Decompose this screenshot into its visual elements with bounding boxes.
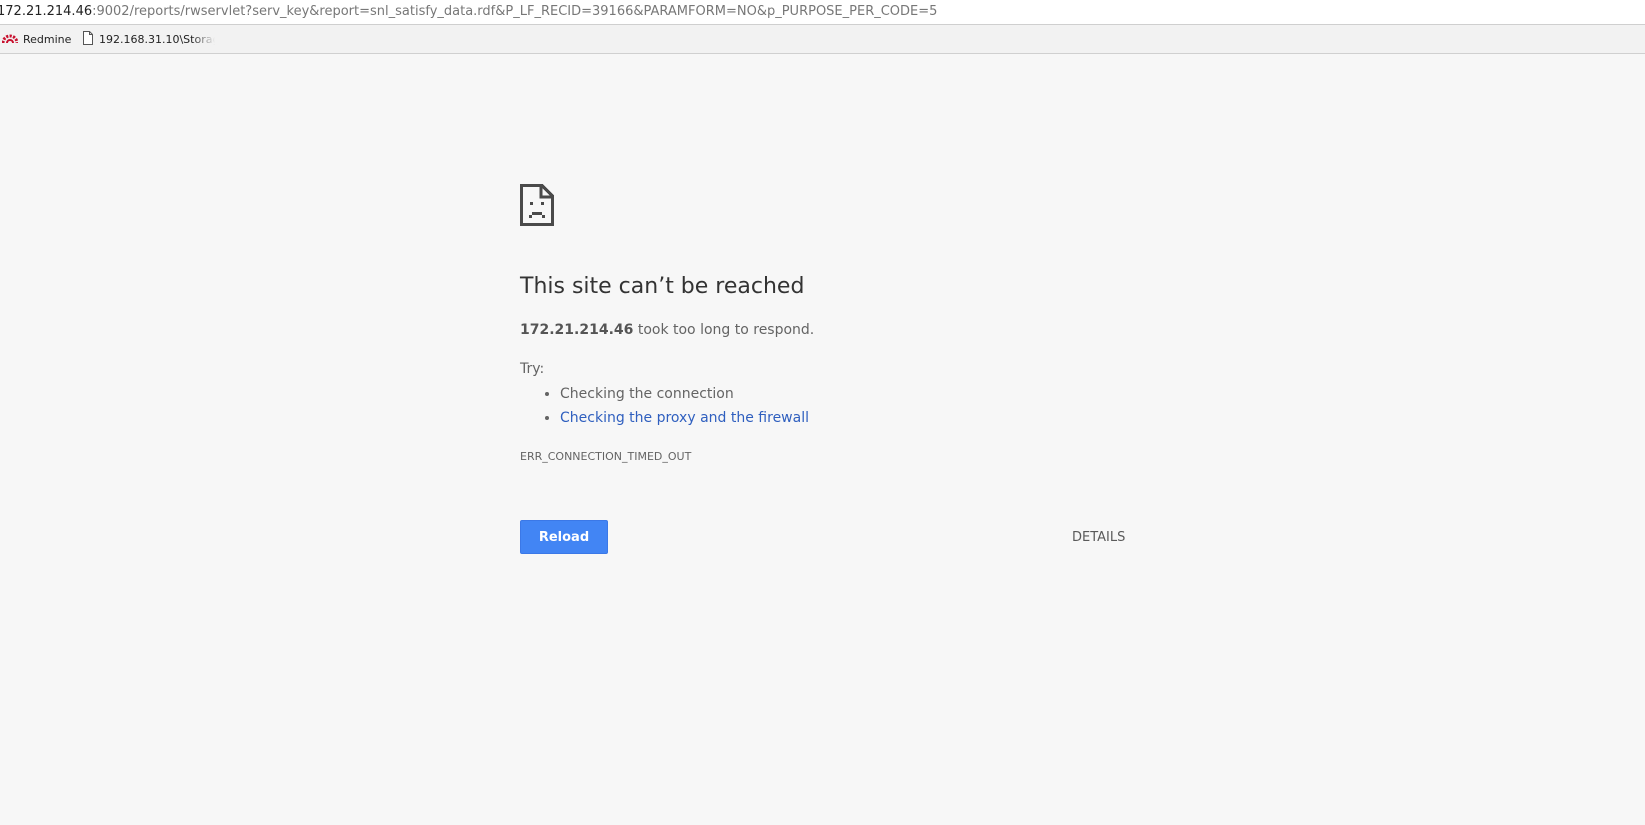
bookmark-label: Redmine [23, 32, 72, 46]
bookmark-redmine[interactable]: Redmine [1, 30, 72, 48]
details-button[interactable]: DETAILS [1066, 520, 1131, 554]
error-heading: This site can’t be reached [520, 274, 805, 299]
suggestion-connection: Checking the connection [560, 386, 734, 402]
try-label: Try: [520, 361, 545, 377]
reload-button[interactable]: Reload [520, 520, 608, 554]
url-path: :9002/reports/rwservlet?serv_key&report=… [92, 4, 938, 19]
suggestion-item: Checking the connection [560, 382, 809, 406]
address-bar[interactable]: 172.21.214.46:9002/reports/rwservlet?ser… [0, 0, 1645, 25]
redmine-icon [1, 32, 19, 47]
sad-document-icon [520, 184, 554, 226]
bookmarks-bar: Redmine 192.168.31.10\Storage [0, 25, 1645, 54]
suggestion-item: Checking the proxy and the firewall [560, 406, 809, 430]
bookmark-storage[interactable]: 192.168.31.10\Storage [82, 30, 215, 48]
page-icon [82, 30, 94, 48]
suggestions-list: Checking the connection Checking the pro… [520, 382, 809, 430]
suggestion-proxy-firewall-link[interactable]: Checking the proxy and the firewall [560, 410, 809, 426]
url-host: 172.21.214.46 [0, 4, 93, 19]
bookmark-label: 192.168.31.10\Storage [99, 32, 215, 46]
error-summary: 172.21.214.46 took too long to respond. [520, 322, 814, 338]
error-code: ERR_CONNECTION_TIMED_OUT [520, 450, 692, 463]
url-text[interactable]: 172.21.214.46:9002/reports/rwservlet?ser… [0, 3, 937, 21]
error-summary-text: took too long to respond. [633, 322, 815, 338]
error-host: 172.21.214.46 [520, 322, 634, 338]
